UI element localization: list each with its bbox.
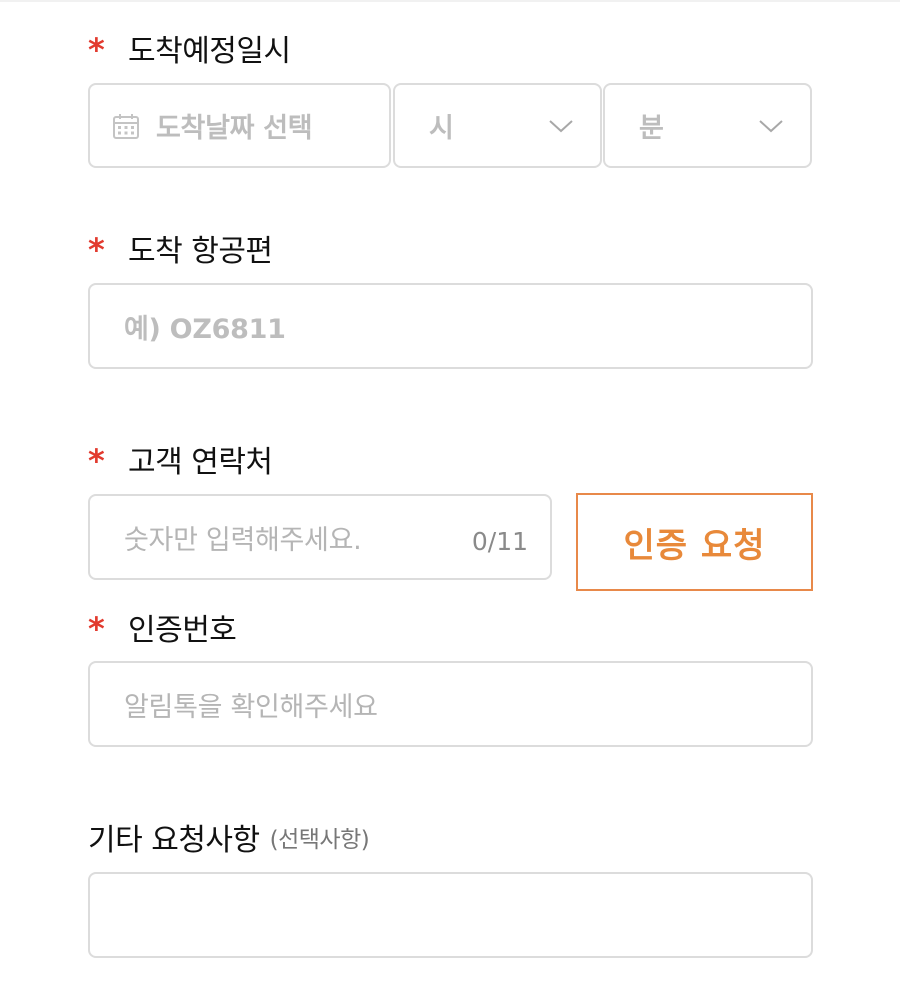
arrival-flight-label-text: 도착 항공편: [128, 234, 273, 269]
phone-number-input[interactable]: 숫자만 입력해주세요. 0/11: [88, 494, 552, 580]
arrival-date-picker[interactable]: 도착날짜 선택: [88, 83, 391, 168]
customer-contact-label-text: 고객 연락처: [128, 445, 273, 480]
phone-number-placeholder: 숫자만 입력해주세요.: [124, 524, 362, 556]
optional-hint: (선택사항): [269, 827, 370, 853]
other-requests-label: 기타 요청사항 (선택사항): [88, 815, 370, 859]
arrival-hour-placeholder: 시: [429, 113, 454, 144]
auth-code-label-text: 인증번호: [128, 613, 237, 648]
char-counter: 0/11: [471, 526, 528, 556]
required-mark: *: [88, 610, 105, 648]
required-mark: *: [88, 231, 105, 269]
arrival-date-placeholder: 도착날짜 선택: [156, 113, 313, 144]
arrival-flight-input[interactable]: 예) OZ6811: [88, 283, 813, 369]
request-verification-button[interactable]: 인증 요청: [576, 493, 813, 591]
required-mark: *: [88, 442, 105, 480]
auth-code-label: * 인증번호: [88, 605, 237, 649]
chevron-down-icon: [549, 119, 573, 132]
arrival-flight-placeholder: 예) OZ6811: [124, 313, 286, 345]
customer-contact-label: * 고객 연락처: [88, 437, 273, 481]
required-mark: *: [88, 31, 105, 69]
arrival-minute-select[interactable]: 분: [603, 83, 812, 168]
other-requests-label-text: 기타 요청사항: [88, 823, 260, 858]
arrival-datetime-label: * 도착예정일시: [88, 26, 291, 70]
auth-code-placeholder: 알림톡을 확인해주세요: [124, 691, 378, 723]
arrival-flight-label: * 도착 항공편: [88, 226, 273, 270]
top-divider: [0, 0, 900, 2]
arrival-minute-placeholder: 분: [639, 113, 664, 144]
calendar-icon: [113, 113, 139, 139]
arrival-datetime-label-text: 도착예정일시: [128, 34, 291, 69]
other-requests-input[interactable]: [88, 872, 813, 958]
auth-code-input[interactable]: 알림톡을 확인해주세요: [88, 661, 813, 747]
arrival-hour-select[interactable]: 시: [393, 83, 602, 168]
chevron-down-icon: [759, 119, 783, 132]
